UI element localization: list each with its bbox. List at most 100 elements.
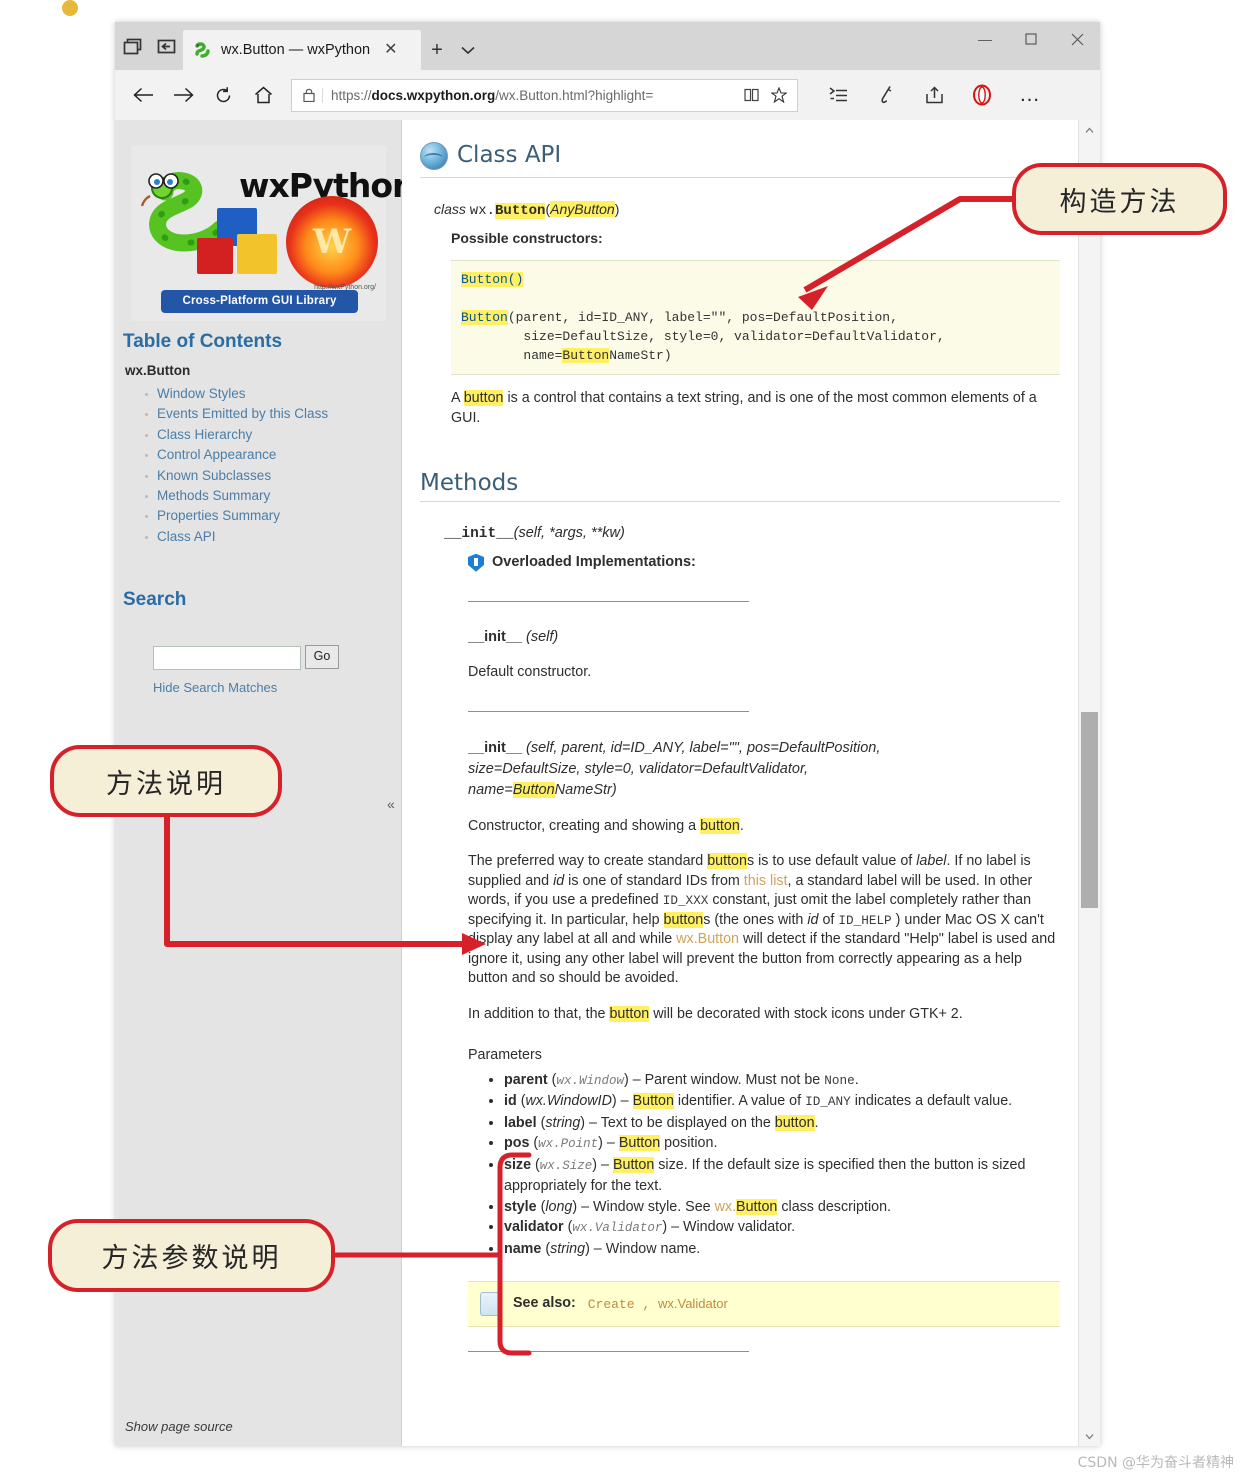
scroll-down-arrow-icon[interactable] — [1079, 1426, 1100, 1446]
toc-item-known-subclasses[interactable]: Known Subclasses — [143, 466, 328, 486]
param-parent: parent (wx.Window) – Parent window. Must… — [504, 1070, 1060, 1092]
param-id-d1: – — [616, 1093, 633, 1109]
ctor-desc-pre: Constructor, creating and showing a — [468, 817, 701, 834]
ctor2-args-3c: NameStr) — [609, 348, 672, 363]
chevron-down-icon[interactable] — [453, 30, 483, 70]
class-signature: class wx.Button(AnyButton) — [434, 200, 1060, 222]
tab-preview-icon[interactable] — [115, 22, 149, 70]
init-full-line3a: name= — [468, 781, 513, 798]
toc-item-control-appearance[interactable]: Control Appearance — [143, 445, 328, 465]
param-parent-mono: None — [824, 1072, 855, 1088]
callout-constructor: 构造方法 — [1012, 163, 1227, 235]
param-validator-d1: – Window validator. — [667, 1219, 796, 1235]
param-size-type: wx.Size — [539, 1158, 593, 1173]
pw-8: of — [818, 911, 839, 928]
ctor1-name: Button() — [461, 272, 524, 287]
preferred-way-paragraph: The preferred way to create standard but… — [468, 852, 1060, 989]
search-heading: Search — [123, 589, 187, 610]
pw-hl1: button — [707, 853, 747, 869]
see-also-icon — [480, 1292, 501, 1316]
toc-item-class-api[interactable]: Class API — [143, 527, 328, 547]
more-options-icon[interactable]: … — [1008, 75, 1052, 115]
reading-view-icon[interactable] — [737, 88, 765, 102]
wxpython-logo: wxPython W http://wxPython.org/ Cross-Pl… — [131, 146, 416, 321]
show-page-source-link[interactable]: Show page source — [125, 1419, 233, 1434]
default-constructor-text: Default constructor. — [468, 664, 592, 680]
param-style-type: long — [545, 1198, 573, 1215]
pw-mono1: ID_XXX — [662, 893, 709, 908]
param-size-name: size — [504, 1156, 532, 1173]
opera-badge-icon[interactable] — [960, 75, 1004, 115]
param-label-d2: . — [814, 1114, 819, 1131]
see-also-create-link[interactable]: Create — [588, 1297, 635, 1312]
class-base[interactable]: AnyButton — [550, 201, 615, 217]
favorite-star-icon[interactable] — [765, 87, 793, 103]
phoenix-letter: W — [312, 222, 352, 262]
ctor2-args-1: (parent, id=ID_ANY, label="", pos=Defaul… — [507, 310, 898, 325]
addition-paragraph: In addition to that, the button will be … — [468, 1005, 1060, 1025]
param-validator: validator (wx.Validator) – Window valida… — [504, 1217, 1060, 1239]
tab-close-icon[interactable]: ✕ — [378, 42, 403, 58]
minimize-button[interactable]: — — [962, 22, 1008, 56]
this-list-link[interactable]: this list — [744, 873, 788, 889]
doc-content: Class API class wx.Button(AnyButton) Pos… — [402, 120, 1078, 1446]
toc-item-class-hierarchy[interactable]: Class Hierarchy — [143, 425, 328, 445]
ctor2-args-3a: name= — [461, 348, 563, 363]
toc-item-events-emitted[interactable]: Events Emitted by this Class — [143, 404, 328, 424]
divider-1 — [468, 600, 749, 602]
forward-icon[interactable] — [163, 75, 203, 115]
browser-tab[interactable]: wx.Button — wxPython ✕ — [183, 30, 421, 70]
toc-item-window-styles[interactable]: Window Styles — [143, 384, 328, 404]
pw-2: s is to use default value of — [746, 853, 917, 869]
ctor-desc-post: . — [739, 817, 744, 834]
see-also-validator-link[interactable]: wx.Validator — [658, 1296, 728, 1311]
refresh-icon[interactable] — [203, 75, 243, 115]
status-dot — [62, 0, 78, 16]
address-bar[interactable]: https://docs.wxpython.org/wx.Button.html… — [291, 78, 798, 112]
close-button[interactable] — [1054, 22, 1100, 56]
class-paren-close: ) — [614, 201, 620, 217]
new-tab-button[interactable]: + — [421, 30, 453, 70]
param-style-link[interactable]: wx. — [715, 1199, 736, 1215]
intro-post: is a control that contains a text string… — [451, 390, 1037, 426]
param-id-hl: Button — [632, 1093, 674, 1109]
reading-list-icon[interactable] — [816, 75, 860, 115]
set-aside-tabs-icon[interactable] — [149, 22, 183, 70]
search-input[interactable] — [153, 646, 301, 670]
scroll-up-arrow-icon[interactable] — [1079, 120, 1100, 140]
toc-item-methods-summary[interactable]: Methods Summary — [143, 486, 328, 506]
param-pos-d2: position. — [660, 1135, 718, 1151]
param-style-d1: – Window style. See — [577, 1198, 715, 1215]
toc-heading: Table of Contents — [123, 331, 283, 352]
wxbutton-link[interactable]: wx.Button — [676, 931, 739, 947]
scrollbar-thumb[interactable] — [1081, 712, 1098, 908]
toolbar-actions: … — [816, 75, 1052, 115]
param-pos-d1: – — [602, 1135, 619, 1151]
share-icon[interactable] — [912, 75, 956, 115]
param-pos-hl: Button — [618, 1135, 661, 1151]
tab-title: wx.Button — wxPython — [221, 42, 371, 58]
back-icon[interactable] — [123, 75, 163, 115]
sidebar-collapse-icon[interactable]: « — [387, 796, 395, 812]
param-name-type: string — [550, 1240, 586, 1257]
navigation-toolbar: https://docs.wxpython.org/wx.Button.html… — [115, 70, 1100, 120]
maximize-button[interactable] — [1008, 22, 1054, 56]
search-go-button[interactable]: Go — [305, 645, 339, 669]
callout-parameter-description: 方法参数说明 — [48, 1219, 335, 1292]
toc-item-properties-summary[interactable]: Properties Summary — [143, 506, 328, 526]
possible-constructors-label: Possible constructors: — [451, 229, 603, 246]
notes-pen-icon[interactable] — [864, 75, 908, 115]
init-self-name: __init__ — [468, 628, 522, 645]
vertical-scrollbar[interactable] — [1078, 120, 1100, 1446]
add-post: will be decorated with stock icons under… — [649, 1005, 963, 1022]
csdn-watermark: CSDN @华为奋斗者精神 — [1077, 1455, 1234, 1471]
param-pos-type: wx.Point — [538, 1137, 599, 1151]
ctor2-name: Button — [461, 310, 508, 325]
ctor2-args-2: size=DefaultSize, style=0, validator=Def… — [461, 329, 945, 344]
param-label: label (string) – Text to be displayed on… — [504, 1113, 1060, 1134]
param-id: id (wx.WindowID) – Button identifier. A … — [504, 1091, 1060, 1113]
toc-root-item[interactable]: wx.Button — [125, 363, 190, 378]
home-icon[interactable] — [243, 75, 283, 115]
constructor-code-block: Button() Button(parent, id=ID_ANY, label… — [451, 260, 1060, 375]
hide-search-matches-link[interactable]: Hide Search Matches — [153, 680, 277, 695]
